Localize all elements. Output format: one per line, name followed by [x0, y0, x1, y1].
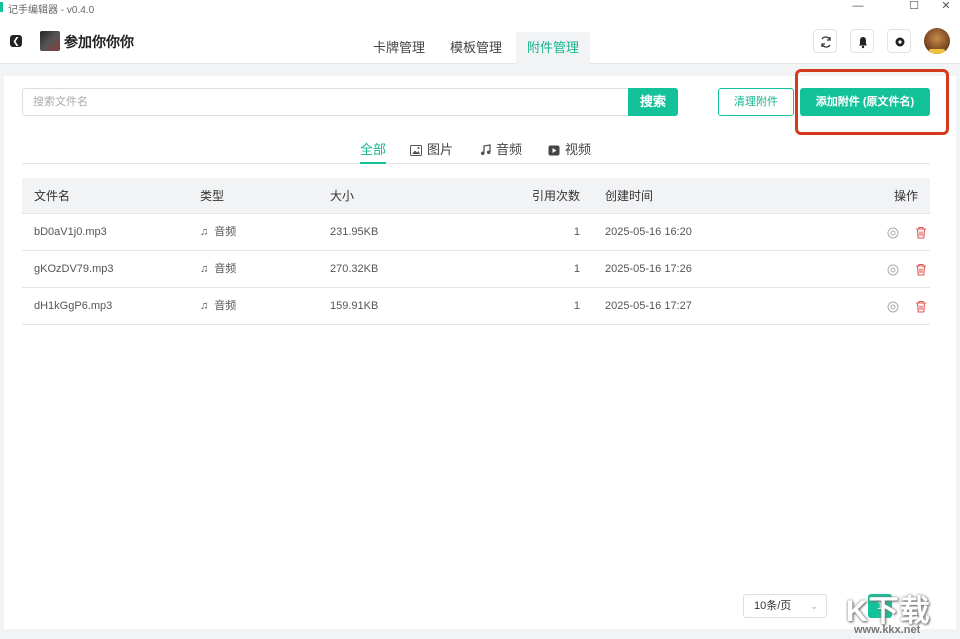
table-row: gKOzDV79.mp3 ♫ 音频 270.32KB 1 2025-05-16 1… [22, 251, 930, 288]
filter-audio-label: 音频 [496, 142, 523, 157]
chevron-down-icon: ⌄ [810, 601, 818, 611]
row-size: 159.91KB [330, 300, 379, 312]
refresh-icon [821, 36, 831, 48]
music-icon: ♫ [200, 263, 209, 275]
music-icon [480, 144, 491, 156]
delete-icon[interactable] [915, 263, 927, 276]
row-actions [882, 288, 926, 324]
delete-icon[interactable] [915, 226, 927, 239]
image-icon [410, 145, 422, 156]
filter-images-label: 图片 [427, 142, 454, 157]
row-filename: gKOzDV79.mp3 [34, 263, 114, 275]
row-refs: 1 [573, 226, 580, 238]
row-actions [882, 214, 926, 250]
back-button[interactable]: ❮ [10, 35, 22, 47]
page-size-value: 10条/页 [754, 600, 792, 612]
highlight-annotation [795, 69, 949, 135]
app-header: ❮ 参加你你你 卡牌管理 模板管理 附件管理 [0, 14, 960, 64]
user-avatar[interactable] [924, 28, 950, 54]
app-icon [0, 2, 3, 12]
row-type: ♫ 音频 [200, 288, 236, 324]
minimize-button[interactable]: — [848, 0, 868, 14]
main-panel: 搜索 清理附件 添加附件 (原文件名) 全部 图片 音频 视频 文件名 类型 大… [4, 69, 956, 629]
row-created: 2025-05-16 17:26 [605, 263, 692, 275]
project-logo [40, 31, 60, 51]
tab-attachments[interactable]: 附件管理 [516, 32, 590, 64]
row-created: 2025-05-16 17:27 [605, 300, 692, 312]
filter-images[interactable]: 图片 [410, 140, 453, 164]
notification-button[interactable] [850, 29, 874, 53]
row-actions [882, 251, 926, 287]
refresh-button[interactable] [813, 29, 837, 53]
row-type-label: 音频 [214, 226, 237, 238]
search-button[interactable]: 搜索 [628, 88, 678, 116]
column-header-size: 大小 [330, 189, 355, 203]
watermark: K下载 www.kkx.net [844, 580, 960, 639]
column-header-type: 类型 [200, 189, 225, 203]
row-size: 270.32KB [330, 263, 379, 275]
filter-video[interactable]: 视频 [548, 140, 591, 164]
column-header-created: 创建时间 [605, 189, 654, 203]
row-filename: dH1kGgP6.mp3 [34, 300, 113, 312]
clean-attachments-button[interactable]: 清理附件 [718, 88, 794, 116]
page-size-select[interactable]: 10条/页 ⌄ [743, 594, 827, 618]
row-filename: bD0aV1j0.mp3 [34, 226, 107, 238]
delete-icon[interactable] [915, 300, 927, 313]
filter-tabs: 全部 图片 音频 视频 [22, 138, 930, 164]
chevron-left-icon: ❮ [12, 36, 20, 46]
avatar-badge [929, 49, 945, 54]
music-icon: ♫ [200, 300, 209, 312]
maximize-button[interactable]: ☐ [904, 0, 924, 14]
filter-video-label: 视频 [565, 142, 592, 157]
attachments-table: 文件名 类型 大小 引用次数 创建时间 操作 bD0aV1j0.mp3 ♫ 音频 … [22, 178, 930, 325]
row-type: ♫ 音频 [200, 251, 236, 287]
view-icon[interactable] [887, 227, 899, 239]
gear-icon [895, 37, 905, 47]
row-type-label: 音频 [214, 263, 237, 275]
row-type-label: 音频 [214, 300, 237, 312]
search-input[interactable] [22, 88, 630, 116]
bell-icon [859, 37, 867, 49]
project-name: 参加你你你 [64, 34, 134, 50]
column-header-refs: 引用次数 [531, 189, 580, 203]
filter-audio[interactable]: 音频 [480, 140, 522, 164]
filter-all[interactable]: 全部 [360, 140, 387, 164]
settings-button[interactable] [887, 29, 911, 53]
tab-templates[interactable]: 模板管理 [440, 32, 512, 64]
view-icon[interactable] [887, 264, 899, 276]
column-header-actions: 操作 [893, 189, 918, 203]
table-row: dH1kGgP6.mp3 ♫ 音频 159.91KB 1 2025-05-16 1… [22, 288, 930, 325]
filter-all-label: 全部 [360, 142, 387, 157]
view-icon[interactable] [887, 301, 899, 313]
watermark-url: www.kkx.net [854, 624, 921, 636]
table-row: bD0aV1j0.mp3 ♫ 音频 231.95KB 1 2025-05-16 1… [22, 214, 930, 251]
tab-cards[interactable]: 卡牌管理 [364, 32, 434, 64]
music-icon: ♫ [200, 226, 209, 238]
table-header: 文件名 类型 大小 引用次数 创建时间 操作 [22, 178, 930, 214]
row-refs: 1 [573, 263, 580, 275]
row-created: 2025-05-16 16:20 [605, 226, 692, 238]
row-size: 231.95KB [330, 226, 379, 238]
video-icon [548, 145, 560, 156]
column-header-name: 文件名 [34, 189, 71, 203]
row-refs: 1 [573, 300, 580, 312]
close-button[interactable]: ✕ [936, 0, 956, 14]
row-type: ♫ 音频 [200, 214, 236, 250]
window-titlebar: 记手编辑器 - v0.4.0 — ☐ ✕ [0, 0, 960, 16]
